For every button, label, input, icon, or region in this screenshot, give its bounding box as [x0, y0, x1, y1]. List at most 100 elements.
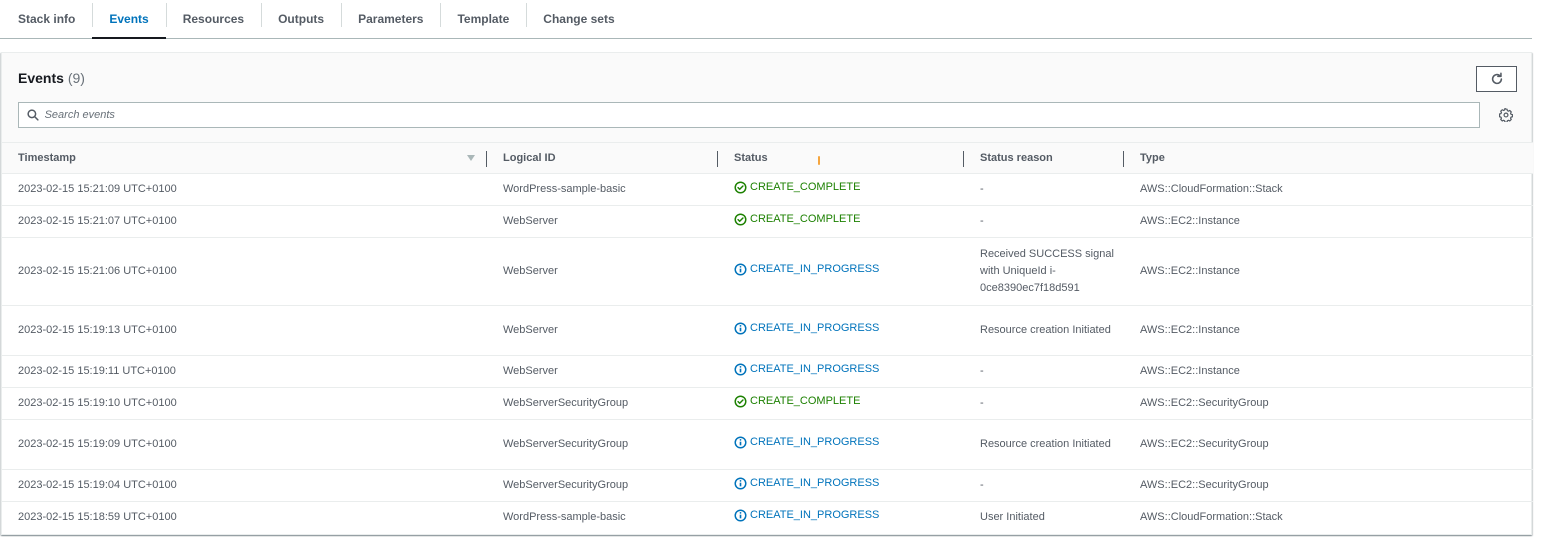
cell-timestamp: 2023-02-15 15:19:09 UTC+0100 [2, 419, 487, 470]
tab-outputs[interactable]: Outputs [261, 0, 341, 38]
logical-id-text: WebServer [503, 365, 558, 377]
logical-id-text: WordPress-sample-basic [503, 183, 626, 195]
cell-timestamp: 2023-02-15 15:19:13 UTC+0100 [2, 305, 487, 356]
timestamp-text: 2023-02-15 15:18:59 UTC+0100 [18, 511, 177, 524]
timestamp-text: 2023-02-15 15:19:11 UTC+0100 [18, 365, 176, 377]
status-reason-text: Resource creation Initiated [980, 438, 1111, 450]
resource-type-text: AWS::EC2::SecurityGroup [1140, 397, 1269, 409]
status-text: CREATE_IN_PROGRESS [750, 322, 880, 334]
cell-timestamp: 2023-02-15 15:19:04 UTC+0100 [2, 469, 487, 502]
tab-label: Parameters [358, 12, 424, 26]
status-reason-text: User Initiated [980, 511, 1045, 524]
table-row: 2023-02-15 15:19:11 UTC+0100 WebServer CRE… [2, 355, 1533, 388]
status-text: CREATE_IN_PROGRESS [750, 363, 880, 375]
cell-status: CREATE_IN_PROGRESS [718, 502, 964, 534]
resource-type-text: AWS::EC2::Instance [1140, 265, 1240, 277]
cell-status: CREATE_IN_PROGRESS [718, 305, 964, 356]
column-header-label: Type [1140, 152, 1165, 164]
timestamp-text: 2023-02-15 15:19:09 UTC+0100 [18, 438, 177, 450]
cell-status-reason: - [964, 469, 1124, 502]
status-badge: CREATE_IN_PROGRESS [734, 507, 879, 524]
cell-status-reason: Resource creation Initiated [964, 305, 1124, 356]
cell-timestamp: 2023-02-15 15:21:09 UTC+0100 [2, 173, 487, 206]
status-badge: CREATE_IN_PROGRESS [734, 261, 879, 278]
status-text: CREATE_IN_PROGRESS [750, 477, 880, 489]
table-row: 2023-02-15 15:19:09 UTC+0100 WebServerSec… [2, 419, 1533, 470]
column-header-type[interactable]: Type [1124, 142, 1533, 174]
info-icon [734, 322, 747, 335]
tab-template[interactable]: Template [440, 0, 526, 38]
cell-status-reason: Resource creation Initiated [964, 419, 1124, 470]
table-row: 2023-02-15 15:19:04 UTC+0100 WebServerSec… [2, 469, 1533, 502]
cell-logical-id: WebServer [487, 205, 718, 238]
success-icon [734, 213, 747, 226]
events-table: Timestamp Logical ID Status Status reaso… [2, 142, 1533, 534]
table-row: 2023-02-15 15:19:10 UTC+0100 WebServerSec… [2, 387, 1533, 420]
info-icon [734, 477, 747, 490]
cell-status: CREATE_IN_PROGRESS [718, 469, 964, 502]
events-count: (9) [67, 70, 85, 86]
cell-status: CREATE_COMPLETE [718, 173, 964, 206]
search-field[interactable] [18, 102, 1480, 128]
info-icon [734, 363, 747, 376]
table-row: 2023-02-15 15:21:07 UTC+0100 WebServer CRE… [2, 205, 1533, 238]
info-icon [734, 436, 747, 449]
column-header-logical-id[interactable]: Logical ID [487, 142, 718, 174]
cell-type: AWS::EC2::SecurityGroup [1124, 387, 1533, 420]
resource-type-text: AWS::EC2::Instance [1140, 365, 1240, 377]
status-reason-text: Received SUCCESS signal with UniqueId i-… [980, 248, 1114, 294]
info-icon [734, 263, 747, 276]
status-badge: CREATE_COMPLETE [734, 393, 860, 410]
text-cursor-indicator [818, 156, 820, 165]
status-reason-text: - [980, 479, 984, 491]
status-text: CREATE_COMPLETE [750, 395, 861, 407]
status-badge: CREATE_COMPLETE [734, 179, 860, 196]
status-reason-text: Resource creation Initiated [980, 324, 1111, 336]
cell-logical-id: WebServerSecurityGroup [487, 419, 718, 470]
cell-type: AWS::CloudFormation::Stack [1124, 173, 1533, 206]
logical-id-text: WebServerSecurityGroup [503, 479, 629, 491]
column-header-label: Timestamp [18, 152, 76, 164]
cell-status: CREATE_IN_PROGRESS [718, 419, 964, 470]
status-badge: CREATE_IN_PROGRESS [734, 434, 879, 451]
tab-parameters[interactable]: Parameters [341, 0, 440, 38]
column-header-status-reason[interactable]: Status reason [964, 142, 1124, 174]
tab-resources[interactable]: Resources [165, 0, 261, 38]
panel-title: Events (9) [18, 70, 85, 86]
search-input[interactable] [44, 103, 1479, 127]
refresh-button[interactable] [1476, 66, 1517, 92]
cell-logical-id: WebServerSecurityGroup [487, 387, 718, 420]
status-reason-text: - [980, 215, 984, 227]
preferences-button[interactable] [1498, 107, 1514, 123]
tab-stack-info[interactable]: Stack info [0, 0, 92, 38]
status-text: CREATE_IN_PROGRESS [750, 509, 880, 522]
cell-type: AWS::EC2::SecurityGroup [1124, 419, 1533, 470]
column-header-label: Logical ID [503, 152, 556, 164]
status-text: CREATE_IN_PROGRESS [750, 263, 880, 275]
tab-change-sets[interactable]: Change sets [526, 0, 631, 38]
status-reason-text: - [980, 183, 984, 195]
timestamp-text: 2023-02-15 15:21:09 UTC+0100 [18, 183, 177, 195]
table-row: 2023-02-15 15:18:59 UTC+0100 WordPress-sa… [2, 502, 1533, 534]
cell-type: AWS::EC2::Instance [1124, 237, 1533, 306]
cell-type: AWS::EC2::Instance [1124, 355, 1533, 388]
tab-label: Outputs [278, 12, 325, 26]
tab-events[interactable]: Events [92, 0, 167, 39]
events-panel-header: Events (9) [2, 53, 1531, 142]
resource-type-text: AWS::EC2::SecurityGroup [1140, 479, 1269, 491]
column-header-timestamp[interactable]: Timestamp [2, 142, 487, 174]
cell-timestamp: 2023-02-15 15:18:59 UTC+0100 [2, 502, 487, 534]
column-header-label: Status reason [980, 152, 1053, 164]
cell-status-reason: Received SUCCESS signal with UniqueId i-… [964, 237, 1124, 306]
cell-logical-id: WebServer [487, 237, 718, 306]
success-icon [734, 395, 747, 408]
cell-logical-id: WebServer [487, 355, 718, 388]
logical-id-text: WebServerSecurityGroup [503, 397, 629, 409]
column-header-status[interactable]: Status [718, 142, 964, 174]
status-badge: CREATE_COMPLETE [734, 211, 860, 228]
resource-type-text: AWS::EC2::Instance [1140, 215, 1240, 227]
cell-type: AWS::CloudFormation::Stack [1124, 502, 1533, 534]
cell-type: AWS::EC2::Instance [1124, 205, 1533, 238]
status-text: CREATE_COMPLETE [750, 213, 861, 225]
status-badge: CREATE_IN_PROGRESS [734, 475, 879, 492]
